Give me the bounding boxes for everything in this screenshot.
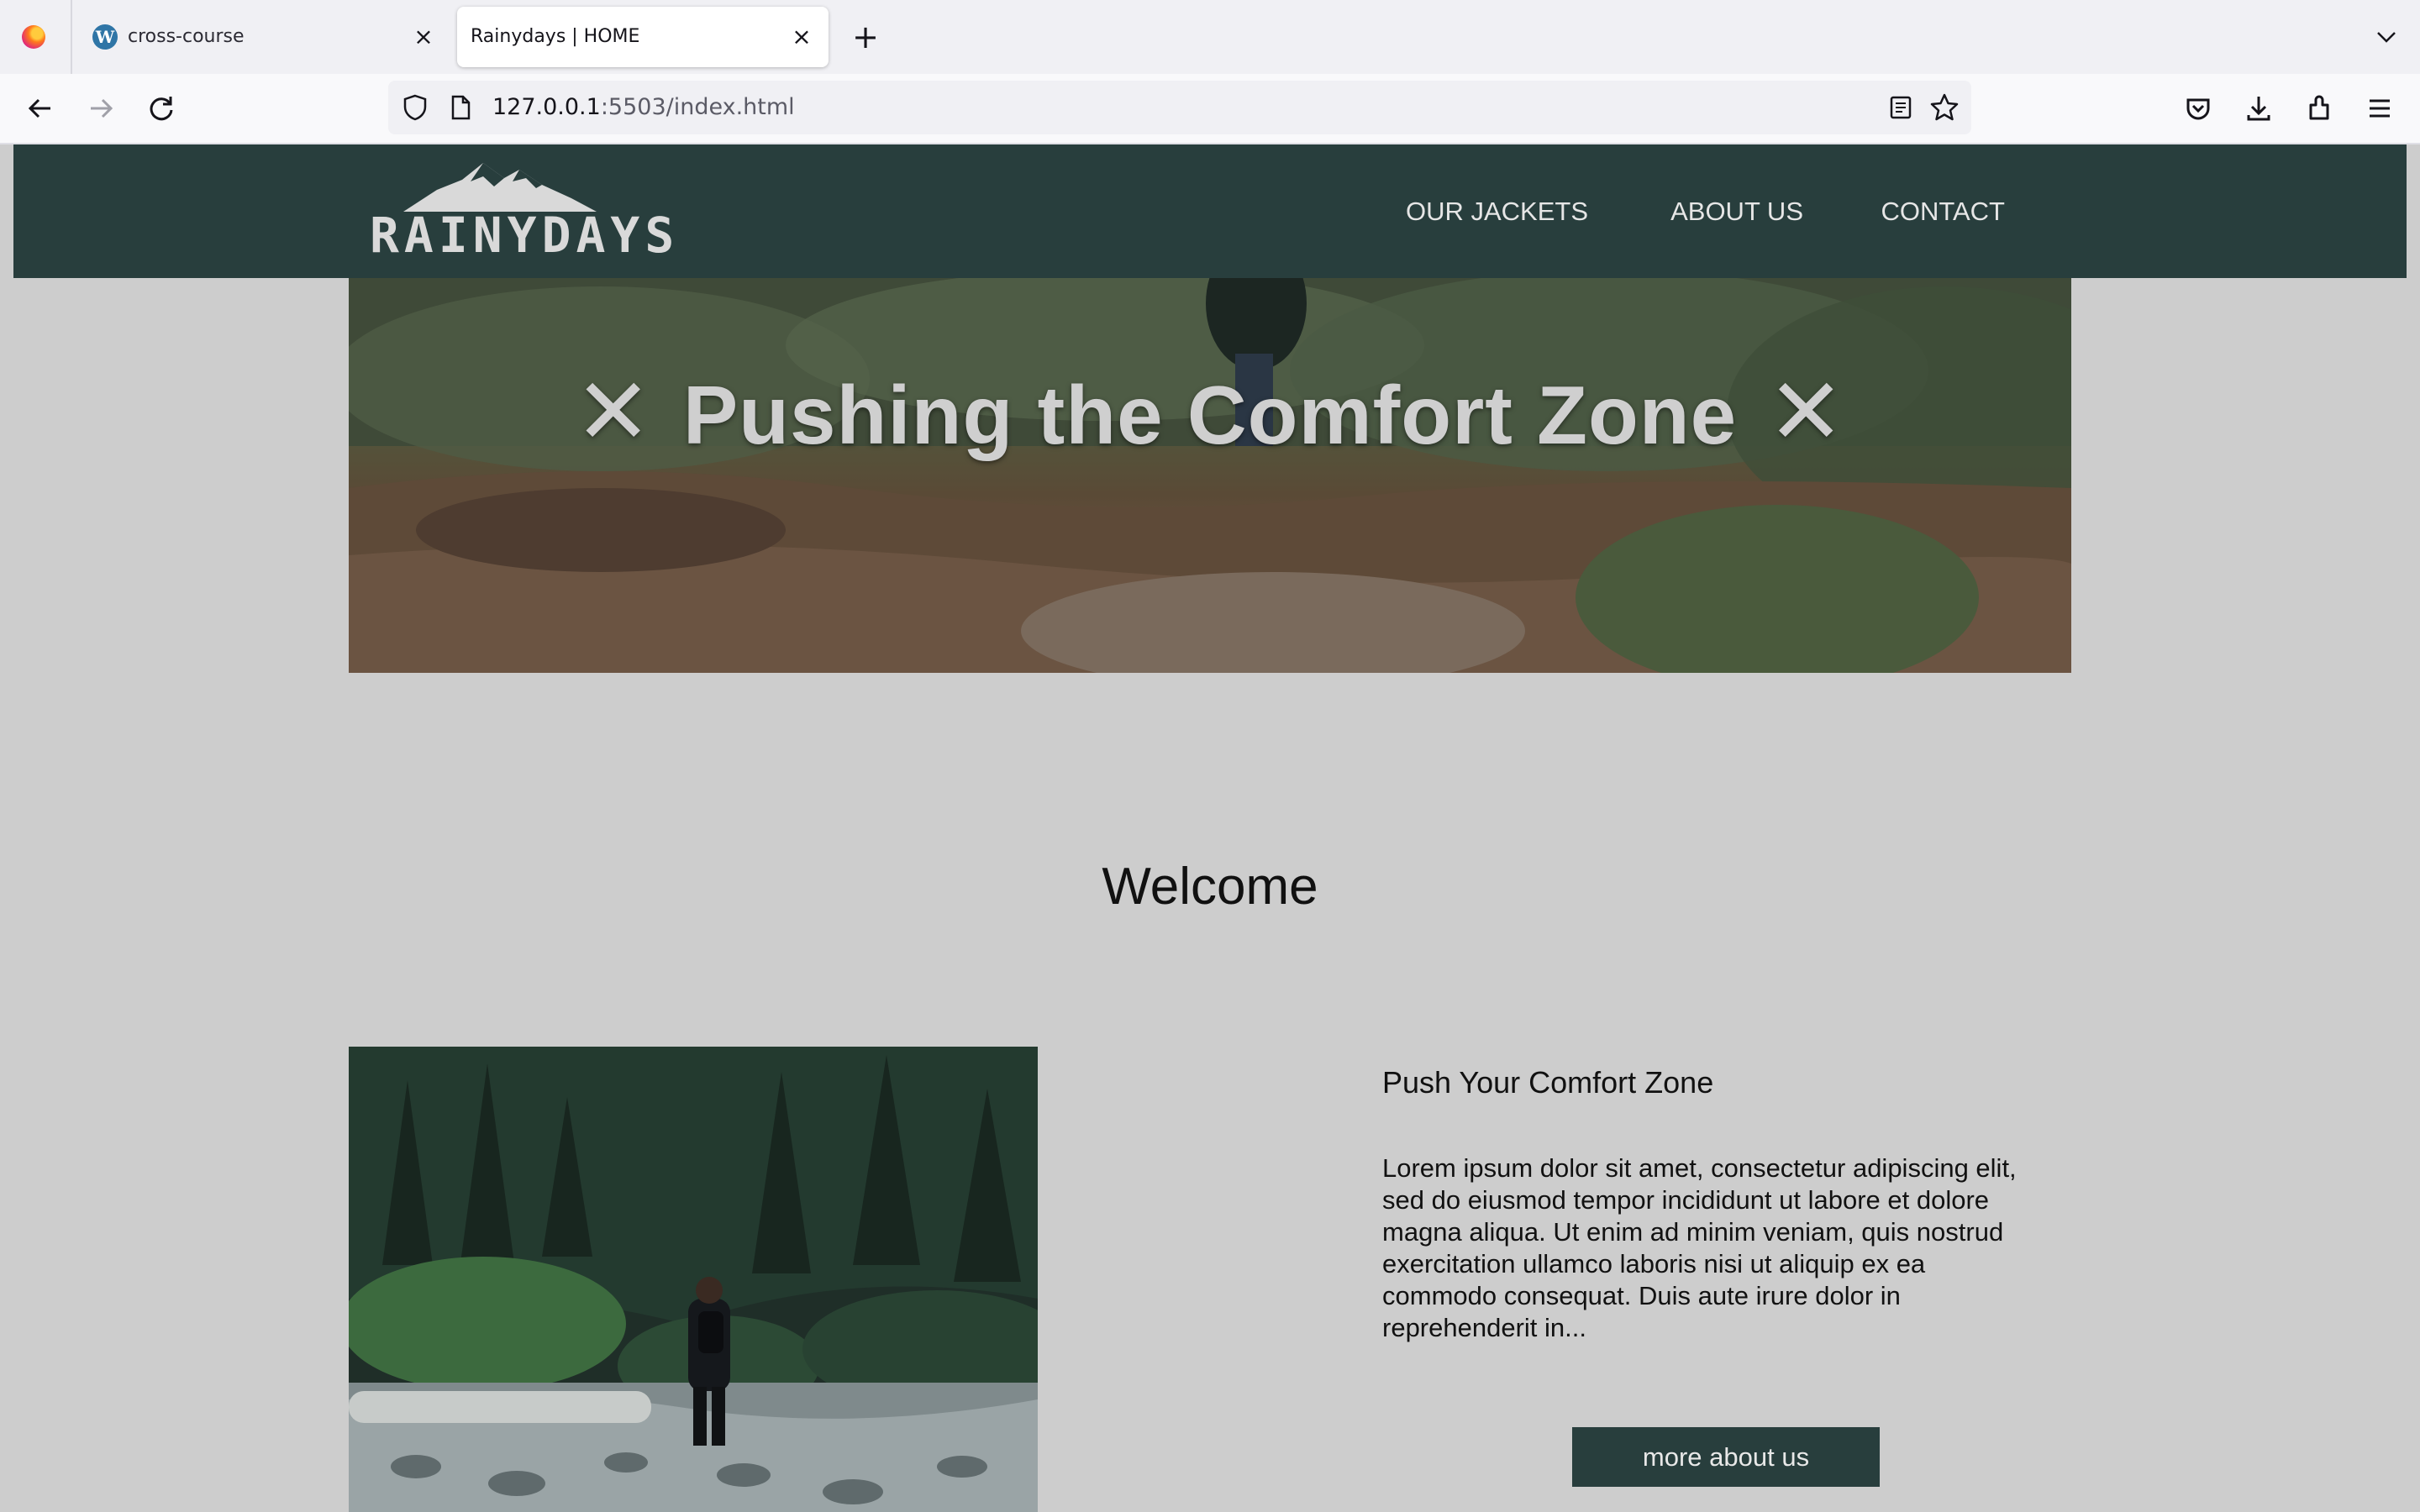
chevron-down-icon[interactable] <box>2370 20 2403 54</box>
more-about-us-button[interactable]: more about us <box>1572 1427 1880 1487</box>
hero-title: ✕ Pushing the Comfort Zone ✕ <box>349 358 2071 465</box>
address-bar[interactable]: 127.0.0.1:5503/index.html <box>388 81 1971 134</box>
forest-river-image <box>349 1047 1038 1512</box>
navigation-toolbar: 127.0.0.1:5503/index.html <box>0 74 2420 144</box>
extensions-icon[interactable] <box>2299 88 2339 129</box>
close-x-icon: ✕ <box>574 360 653 464</box>
nav-about-us[interactable]: ABOUT US <box>1670 144 1803 278</box>
welcome-heading: Welcome <box>1102 858 1318 916</box>
url-path: :5503/index.html <box>600 94 795 120</box>
tab-rainydays-home[interactable]: Rainydays | HOME × <box>457 7 829 67</box>
url-text[interactable]: 127.0.0.1:5503/index.html <box>492 81 795 134</box>
tab-bar: W cross-course × Rainydays | HOME × + <box>0 0 2420 74</box>
pocket-icon[interactable] <box>2178 88 2218 129</box>
hero-banner: ✕ Pushing the Comfort Zone ✕ <box>349 278 2071 673</box>
close-x-icon: ✕ <box>1767 360 1846 464</box>
url-host: 127.0.0.1 <box>492 94 601 120</box>
downloads-icon[interactable] <box>2238 88 2279 129</box>
firefox-view-button[interactable] <box>0 0 72 74</box>
wordpress-icon: W <box>92 24 118 50</box>
close-icon[interactable]: × <box>786 22 817 52</box>
tab-cross-course[interactable]: W cross-course × <box>81 7 450 67</box>
firefox-icon <box>22 25 45 49</box>
close-icon[interactable]: × <box>408 22 439 52</box>
forward-arrow-icon[interactable] <box>81 88 121 129</box>
back-arrow-icon[interactable] <box>20 88 60 129</box>
tab-title: Rainydays | HOME <box>471 26 640 47</box>
new-tab-plus-icon[interactable]: + <box>849 20 882 54</box>
menu-icon[interactable] <box>2360 88 2400 129</box>
shield-icon[interactable] <box>400 92 430 123</box>
bookmark-star-icon[interactable] <box>1928 91 1961 124</box>
section-title: Push Your Comfort Zone <box>1382 1065 1714 1100</box>
logo-text: RAINYDAYS <box>370 207 680 264</box>
rainydays-logo[interactable]: RAINYDAYS <box>370 156 680 274</box>
site-header: RAINYDAYS OUR JACKETS ABOUT US CONTACT <box>13 144 2407 278</box>
reload-icon[interactable] <box>141 88 182 129</box>
hero-title-text: Pushing the Comfort Zone <box>682 369 1738 461</box>
tab-title: cross-course <box>128 26 245 47</box>
hiker-photo <box>349 1047 1038 1512</box>
hero-image <box>349 278 2071 673</box>
nav-contact[interactable]: CONTACT <box>1881 144 2005 278</box>
page-icon[interactable] <box>445 92 476 123</box>
nav-our-jackets[interactable]: OUR JACKETS <box>1406 144 1588 278</box>
section-text: Lorem ipsum dolor sit amet, consectetur … <box>1382 1153 2017 1342</box>
reader-view-icon[interactable] <box>1886 92 1916 123</box>
